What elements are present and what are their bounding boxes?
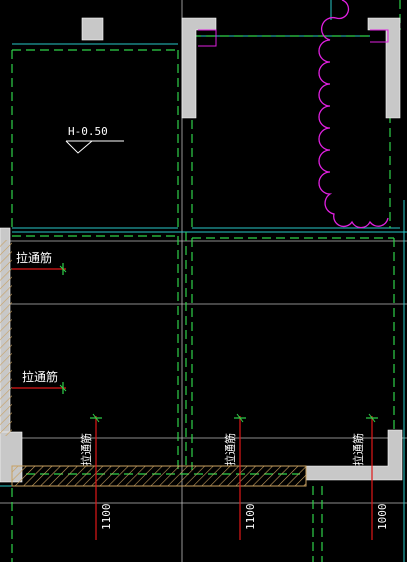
dimension-2: 1100: [244, 504, 257, 531]
foundation-strip: [11, 465, 307, 487]
dimension-1: 1100: [100, 504, 113, 531]
rebar-label-v1: 拉通筋: [79, 433, 93, 466]
elevation-label: H-0.50: [68, 125, 108, 138]
rebar-label-2: 拉通筋: [22, 369, 58, 384]
left-wall-hatch: [0, 240, 12, 436]
cad-drawing-canvas: H-0.50 拉通筋 拉通筋 拉通筋 1100 拉通筋 1100 拉通筋 100…: [0, 0, 407, 562]
rebar-label-1: 拉通筋: [16, 250, 52, 265]
rebar-label-v2: 拉通筋: [223, 433, 237, 466]
rebar-label-v3: 拉通筋: [351, 433, 365, 466]
dimension-3: 1000: [376, 504, 389, 531]
column-top-left: [81, 17, 104, 41]
